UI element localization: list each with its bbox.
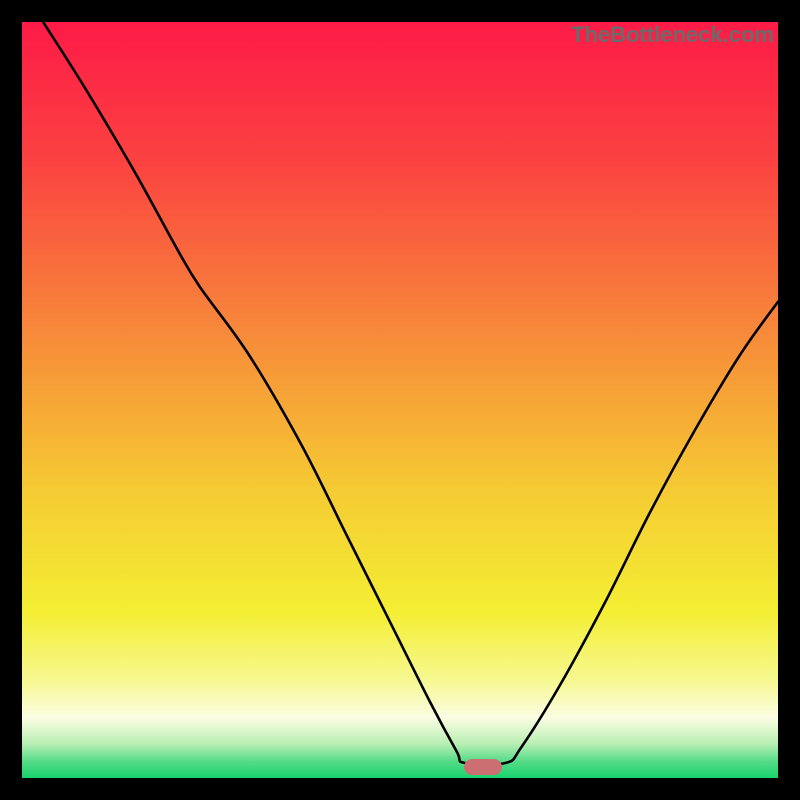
chart-frame: TheBottleneck.com [22,22,778,778]
watermark-text: TheBottleneck.com [571,22,774,48]
minimum-marker [464,759,502,775]
gradient-background [22,22,778,778]
chart-svg [22,22,778,778]
